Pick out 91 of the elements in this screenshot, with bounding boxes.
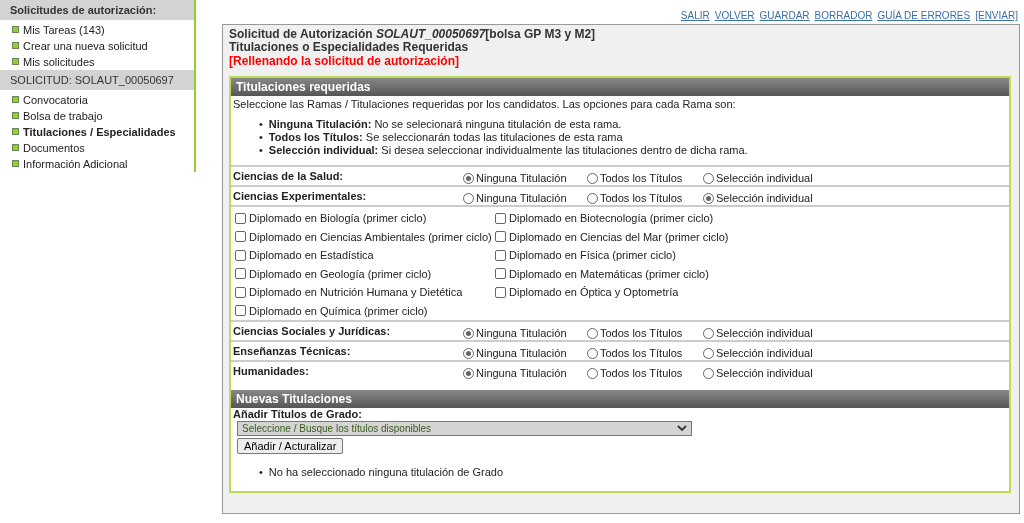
intro-text: Seleccione las Ramas / Titulaciones requeridas por los candidatos. Las opciones para cada Rama son: (232, 97, 737, 112)
radio-button[interactable] (463, 367, 474, 379)
checkbox[interactable] (235, 305, 246, 317)
top-link[interactable]: VOLVER (714, 10, 755, 21)
checkbox[interactable] (495, 286, 506, 298)
bullet-mark: • (259, 118, 263, 131)
checkbox[interactable] (235, 231, 246, 243)
radio-option[interactable]: Ninguna Titulación (463, 327, 587, 339)
branch-label: Ciencias Experimentales: (233, 190, 368, 202)
degree-option[interactable]: Diplomado en Nutrición Humana y Dietética (235, 283, 495, 302)
branch-label: Humanidades: (233, 365, 310, 377)
radio-option[interactable]: Todos los Títulos (587, 347, 703, 359)
radio-button[interactable] (703, 192, 714, 204)
add-button[interactable]: Añadir / Acturalizar (237, 438, 344, 454)
radio-option[interactable]: Selección individual (703, 347, 813, 359)
radio-option[interactable]: Todos los Títulos (587, 367, 703, 379)
degree-option[interactable]: Diplomado en Biotecnología (primer ciclo) (495, 209, 1005, 228)
radio-button[interactable] (463, 192, 474, 204)
branch-label: Ciencias de la Salud: (233, 170, 345, 182)
sidebar-item[interactable]: Crear una nueva solicitud (0, 38, 194, 54)
empty-note: No ha seleccionado ninguna titulación de Grado (268, 466, 504, 479)
radio-button[interactable] (703, 347, 714, 359)
checkbox[interactable] (495, 249, 506, 261)
sidebar-item[interactable]: Mis solicitudes (0, 54, 194, 70)
section-header: Titulaciones requeridas (231, 78, 1009, 96)
degree-option[interactable]: Diplomado en Óptica y Optometría (495, 283, 1005, 302)
checkbox[interactable] (235, 249, 246, 261)
degree-option[interactable]: Diplomado en Geología (primer ciclo) (235, 264, 495, 283)
legend-item: Todos los Títulos: Se seleccionarán todas las titulaciones de esta rama (268, 131, 623, 144)
sidebar-item[interactable]: Bolsa de trabajo (0, 108, 194, 124)
degree-option[interactable]: Diplomado en Estadística (235, 246, 495, 265)
checkbox[interactable] (235, 268, 246, 280)
radio-option[interactable]: Todos los Títulos (587, 172, 703, 184)
top-link[interactable]: SALIR (680, 10, 710, 21)
checkbox[interactable] (235, 286, 246, 298)
sidebar-heading: Solicitudes de autorización: (0, 0, 194, 20)
legend-item: Selección individual: Si desea seleccionar individualmente las titulaciones dentro de dicha rama. (268, 144, 748, 157)
radio-button[interactable] (587, 327, 598, 339)
request-title: Solicitud de Autorización SOLAUT_00050697[bolsa GP M3 y M2] (229, 28, 597, 41)
degree-option[interactable]: Diplomado en Física (primer ciclo) (495, 246, 1005, 265)
radio-button[interactable] (703, 172, 714, 184)
radio-button[interactable] (463, 347, 474, 359)
checkbox[interactable] (495, 268, 506, 280)
sidebar-item[interactable]: Convocatoria (0, 92, 194, 108)
degree-option[interactable]: Diplomado en Ciencias del Mar (primer ciclo) (495, 227, 1005, 246)
degree-option[interactable]: Diplomado en Ciencias Ambientales (primer ciclo) (235, 227, 495, 246)
branch-label: Ciencias Sociales y Jurídicas: (233, 325, 392, 337)
radio-option[interactable]: Todos los Títulos (587, 192, 703, 204)
degree-option[interactable]: Diplomado en Química (primer ciclo) (235, 301, 495, 320)
bullet-mark: • (259, 466, 263, 479)
section-header: Nuevas Titulaciones (231, 390, 1009, 408)
degree-select[interactable]: Seleccione / Busque los títulos disponibles (237, 421, 692, 436)
radio-option[interactable]: Selección individual (703, 172, 813, 184)
radio-button[interactable] (703, 327, 714, 339)
sidebar-heading: SOLICITUD: SOLAUT_00050697 (0, 70, 194, 90)
bullet-mark: • (259, 144, 263, 157)
degree-option[interactable]: Diplomado en Matemáticas (primer ciclo) (495, 264, 1005, 283)
top-link[interactable]: BORRADOR (814, 10, 873, 21)
chevron-down-icon (677, 425, 687, 432)
radio-button[interactable] (587, 367, 598, 379)
checkbox[interactable] (495, 231, 506, 243)
radio-option[interactable]: Selección individual (703, 192, 813, 204)
checkbox[interactable] (495, 212, 506, 224)
checkbox[interactable] (235, 212, 246, 224)
sidebar-item[interactable]: Documentos (0, 140, 194, 156)
sidebar-item[interactable]: Titulaciones / Especialidades (0, 124, 194, 140)
radio-option[interactable]: Ninguna Titulación (463, 367, 587, 379)
radio-option[interactable]: Ninguna Titulación (463, 347, 587, 359)
degree-option[interactable]: Diplomado en Biología (primer ciclo) (235, 209, 495, 228)
status-text: [Rellenando la solicitud de autorización] (229, 54, 461, 68)
sidebar-item[interactable]: Mis Tareas (143) (0, 22, 194, 38)
legend-item: Ninguna Titulación: No se selecionará ninguna titulación de esta rama. (268, 118, 622, 131)
radio-option[interactable]: Ninguna Titulación (463, 172, 587, 184)
branch-label: Enseñanzas Técnicas: (233, 345, 352, 357)
radio-button[interactable] (463, 172, 474, 184)
top-link[interactable]: GUÍA DE ERRORES (877, 10, 971, 21)
bullet-mark: • (259, 131, 263, 144)
radio-button[interactable] (587, 172, 598, 184)
top-link[interactable]: [ENVIAR] (975, 10, 1018, 21)
page-subtitle: Titulaciones o Especialidades Requeridas (229, 41, 470, 54)
radio-option[interactable]: Selección individual (703, 367, 813, 379)
radio-button[interactable] (703, 367, 714, 379)
radio-button[interactable] (463, 327, 474, 339)
field-label: Añadir Títulos de Grado: (232, 408, 363, 420)
sidebar-item[interactable]: Información Adicional (0, 156, 194, 172)
radio-button[interactable] (587, 347, 598, 359)
top-link[interactable]: GUARDAR (759, 10, 810, 21)
radio-button[interactable] (587, 192, 598, 204)
radio-option[interactable]: Selección individual (703, 327, 813, 339)
radio-option[interactable]: Ninguna Titulación (463, 192, 587, 204)
radio-option[interactable]: Todos los Títulos (587, 327, 703, 339)
